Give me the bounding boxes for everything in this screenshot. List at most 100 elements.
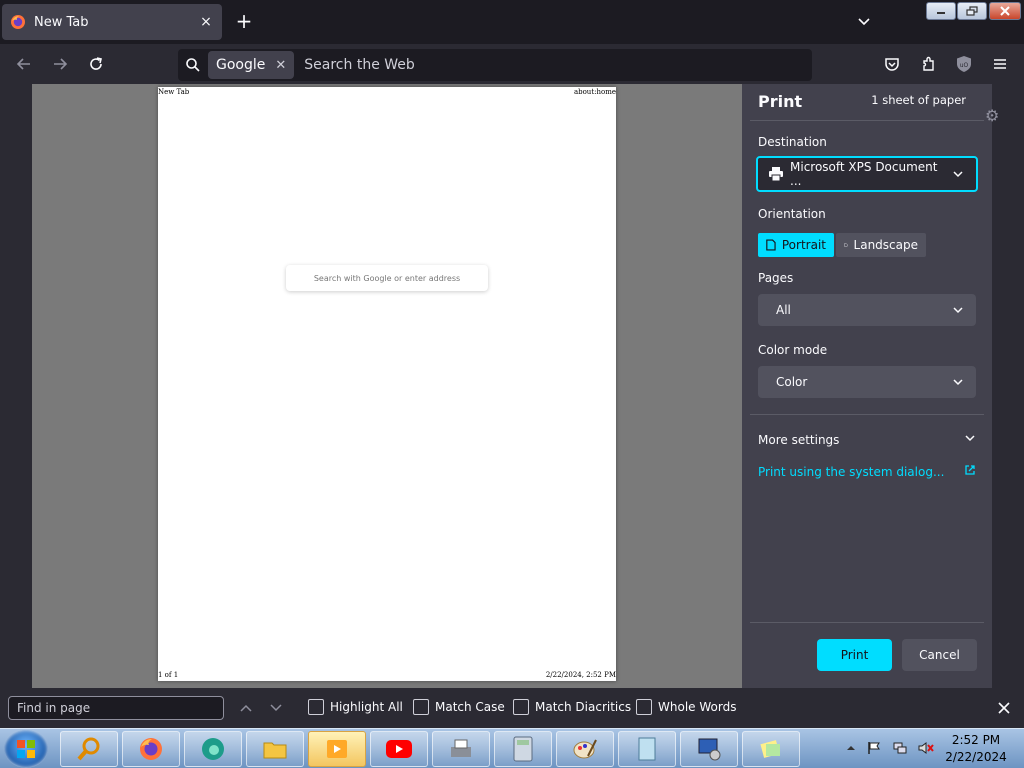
search-engine-label: Google [216,57,266,73]
print-button[interactable]: Print [817,639,892,671]
chevron-down-icon [952,304,964,316]
destination-select[interactable]: Microsoft XPS Document ... [756,156,978,192]
firefox-icon [10,14,26,30]
print-panel: Print 1 sheet of paper Destination Micro… [742,84,992,688]
color-mode-value: Color [776,375,808,389]
windows-logo-icon [17,740,35,758]
chevron-down-icon [964,432,976,447]
calculator-icon[interactable] [494,731,552,767]
tab-title: New Tab [34,14,89,30]
match-diacritics-label: Match Diacritics [535,700,632,714]
svg-text:uO: uO [960,62,969,69]
pages-label: Pages [758,271,794,285]
forward-icon[interactable] [50,54,70,74]
search-input[interactable] [304,57,685,73]
firefox-app-icon[interactable] [122,731,180,767]
find-next-icon[interactable] [266,698,286,718]
search-engine-chip[interactable]: Google ✕ [208,51,295,79]
search-icon [178,50,208,80]
hamburger-menu-icon[interactable] [990,54,1010,74]
tab-new-tab[interactable]: New Tab × [2,4,222,40]
checkbox [636,699,652,715]
divider [750,622,984,623]
tab-strip: New Tab × + [0,0,1024,44]
more-settings-toggle[interactable]: More settings [758,432,976,447]
divider [750,414,984,415]
find-bar: Highlight All Match Case Match Diacritic… [0,688,1024,728]
find-previous-icon[interactable] [236,698,256,718]
system-dialog-link[interactable]: Print using the system dialog... [758,464,976,479]
match-case-label: Match Case [435,700,505,714]
pages-value: All [776,303,791,317]
color-mode-select[interactable]: Color [758,366,976,398]
highlight-all-label: Highlight All [330,700,403,714]
clock-date: 2/22/2024 [945,750,1007,764]
checkbox [513,699,529,715]
clock[interactable]: 2:52 PM 2/22/2024 [940,732,1012,766]
whole-words-label: Whole Words [658,700,737,714]
pocket-icon[interactable] [882,54,902,74]
printer-icon [768,166,784,182]
media-player-icon[interactable] [308,731,366,767]
portrait-option[interactable]: Portrait [758,233,834,257]
start-button[interactable] [4,730,48,768]
tab-close-icon[interactable]: × [198,14,214,30]
paint-icon[interactable] [556,731,614,767]
back-icon[interactable] [14,54,34,74]
color-mode-label: Color mode [758,343,828,357]
checkbox [308,699,324,715]
sheet-count: 1 sheet of paper [871,93,966,107]
chevron-down-icon [952,168,964,180]
clock-time: 2:52 PM [951,733,1001,747]
sticky-notes-icon[interactable] [742,731,800,767]
destination-label: Destination [758,135,827,149]
taskbar: 2:52 PM 2/22/2024 [0,728,1024,768]
chevron-down-icon[interactable] [852,10,876,34]
window-close-button[interactable] [989,2,1021,20]
search-app-icon[interactable] [60,731,118,767]
portrait-label: Portrait [781,238,826,252]
page-header-left: New Tab [158,88,190,96]
chip-close-icon[interactable]: ✕ [275,58,286,73]
volume-muted-icon[interactable] [918,741,935,758]
reload-icon[interactable] [86,54,106,74]
chevron-down-icon [952,376,964,388]
more-settings-label: More settings [758,432,840,447]
network-icon[interactable] [893,741,907,758]
edge-app-icon[interactable] [184,731,242,767]
ublock-shield-icon[interactable]: uO [954,54,974,74]
url-bar[interactable]: Google ✕ [178,49,812,81]
find-close-icon[interactable] [994,698,1014,718]
print-title: Print [758,92,803,111]
content-area: New Tab about:home Search with Google or… [0,84,1024,688]
document-viewer-icon[interactable] [618,731,676,767]
new-tab-button[interactable]: + [232,10,256,34]
find-input[interactable] [8,696,224,720]
landscape-label: Landscape [853,238,918,252]
divider [750,120,984,121]
nav-toolbar: Google ✕ uO [0,44,1024,84]
chevron-up-icon[interactable] [846,742,856,756]
fax-printer-icon[interactable] [432,731,490,767]
portrait-icon [766,239,776,251]
cancel-button[interactable]: Cancel [902,639,977,671]
match-diacritics-checkbox[interactable]: Match Diacritics [513,699,631,715]
extensions-icon[interactable] [918,54,938,74]
page-header-right: about:home [573,88,616,96]
pages-select[interactable]: All [758,294,976,326]
restore-button[interactable] [957,2,987,20]
system-dialog-label: Print using the system dialog... [758,464,945,479]
external-link-icon [964,464,976,479]
highlight-all-checkbox[interactable]: Highlight All [308,699,403,715]
gear-icon: ⚙ [985,106,1000,125]
remote-desktop-icon[interactable] [680,731,738,767]
minimize-button[interactable] [926,2,956,20]
file-explorer-icon[interactable] [246,731,304,767]
whole-words-checkbox[interactable]: Whole Words [636,699,736,715]
page-footer-left: 1 of 1 [158,671,179,679]
flag-icon[interactable] [867,741,881,758]
youtube-icon[interactable] [370,731,428,767]
landscape-option[interactable]: Landscape [836,233,926,257]
orientation-label: Orientation [758,207,826,221]
match-case-checkbox[interactable]: Match Case [413,699,505,715]
